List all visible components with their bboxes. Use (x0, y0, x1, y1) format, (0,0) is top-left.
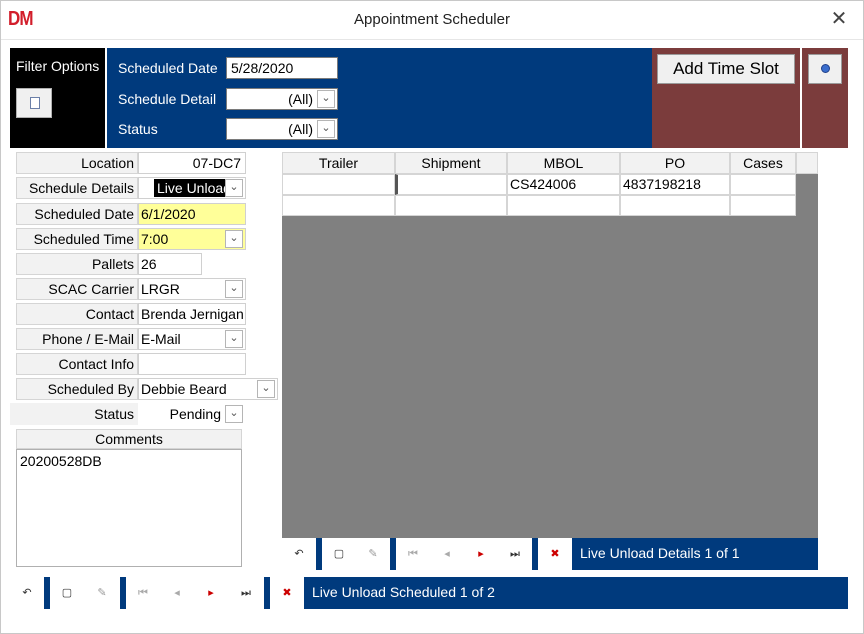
pallets-label: Pallets (16, 253, 138, 275)
details-record-navigator: ↶ ▢ ✎ ⏮ ◂ ▸ ⏭ ✖ Live Unload Details 1 of… (282, 538, 818, 570)
table-cell[interactable] (730, 195, 796, 216)
phone-email-select[interactable]: E-Mail ⌄ (138, 328, 246, 350)
last-record-icon[interactable]: ⏭ (228, 577, 264, 609)
column-header-cases[interactable]: Cases (730, 152, 796, 174)
window-title: Appointment Scheduler (354, 11, 510, 28)
chevron-down-icon[interactable]: ⌄ (317, 90, 335, 108)
phone-email-value: E-Mail (141, 331, 181, 347)
table-cell[interactable] (507, 195, 620, 216)
column-header-mbol[interactable]: MBOL (507, 152, 620, 174)
filter-scheduled-date-label: Scheduled Date (118, 60, 218, 76)
table-cell[interactable] (282, 195, 395, 216)
last-record-icon[interactable]: ⏭ (498, 538, 532, 570)
table-cell[interactable]: CS424006 (507, 174, 620, 195)
delete-record-icon[interactable]: ✖ (270, 577, 304, 609)
filter-status-select[interactable]: (All) ⌄ (226, 118, 338, 140)
next-record-icon[interactable]: ▸ (194, 577, 228, 609)
filter-icon (30, 97, 40, 109)
main-record-status: Live Unload Scheduled 1 of 2 (312, 584, 495, 600)
close-icon[interactable]: ✕ (826, 8, 852, 32)
column-header-po[interactable]: PO (620, 152, 730, 174)
scheduled-date-input[interactable]: 6/1/2020 (138, 203, 246, 225)
chevron-down-icon[interactable]: ⌄ (225, 405, 243, 423)
filter-options-button[interactable] (16, 88, 52, 118)
chevron-down-icon[interactable]: ⌄ (257, 380, 275, 398)
status-select[interactable]: Pending ⌄ (138, 403, 246, 425)
scheduled-by-label: Scheduled By (16, 378, 138, 400)
status-label: Status (10, 403, 138, 425)
info-icon (821, 64, 830, 73)
main-record-navigator: ↶ ▢ ✎ ⏮ ◂ ▸ ⏭ ✖ Live Unload Scheduled 1 … (10, 577, 848, 609)
schedule-details-value: Live Unload (154, 179, 234, 197)
scheduled-date-label: Scheduled Date (16, 203, 138, 225)
schedule-details-select[interactable]: Live Unload ⌄ (138, 177, 246, 199)
scheduled-time-select[interactable]: 7:00 ⌄ (138, 228, 246, 250)
table-cell[interactable] (395, 195, 507, 216)
chevron-down-icon[interactable]: ⌄ (225, 330, 243, 348)
details-grid: Trailer Shipment MBOL PO Cases CS424006 … (282, 152, 818, 538)
column-header-shipment[interactable]: Shipment (395, 152, 507, 174)
edit-record-icon[interactable]: ✎ (356, 538, 390, 570)
filter-status-value: (All) (288, 121, 313, 137)
filter-schedule-detail-label: Schedule Detail (118, 91, 217, 107)
location-label: Location (16, 152, 138, 174)
table-cell[interactable] (282, 174, 395, 195)
help-button[interactable] (808, 54, 842, 84)
scac-carrier-select[interactable]: LRGR ⌄ (138, 278, 246, 300)
undo-icon[interactable]: ↶ (10, 577, 44, 609)
location-value: 07-DC7 (138, 152, 246, 174)
scheduled-by-select[interactable]: Debbie Beard ⌄ (138, 378, 278, 400)
filter-schedule-detail-select[interactable]: (All) ⌄ (226, 88, 338, 110)
chevron-down-icon[interactable]: ⌄ (225, 179, 243, 197)
details-record-status: Live Unload Details 1 of 1 (580, 545, 740, 561)
next-record-icon[interactable]: ▸ (464, 538, 498, 570)
column-header-trailer[interactable]: Trailer (282, 152, 395, 174)
table-cell[interactable]: 4837198218 (620, 174, 730, 195)
pallets-input[interactable]: 26 (138, 253, 202, 275)
filter-status-label: Status (118, 121, 158, 137)
new-record-icon[interactable]: ▢ (322, 538, 356, 570)
new-record-icon[interactable]: ▢ (50, 577, 84, 609)
scheduled-time-value: 7:00 (141, 231, 169, 247)
filter-options-panel: Filter Options (10, 48, 105, 148)
chevron-down-icon[interactable]: ⌄ (225, 280, 243, 298)
schedule-details-label: Schedule Details (16, 177, 138, 199)
column-header-spacer (796, 152, 818, 174)
table-cell[interactable] (395, 174, 507, 195)
phone-email-label: Phone / E-Mail (16, 328, 138, 350)
table-cell[interactable] (730, 174, 796, 195)
first-record-icon[interactable]: ⏮ (126, 577, 160, 609)
contact-info-input[interactable] (138, 353, 246, 375)
first-record-icon[interactable]: ⏮ (396, 538, 430, 570)
filter-options-label: Filter Options (16, 58, 100, 74)
filter-scheduled-date-input[interactable]: 5/28/2020 (226, 57, 338, 79)
filter-schedule-detail-value: (All) (288, 91, 313, 107)
scheduled-time-label: Scheduled Time (16, 228, 138, 250)
contact-info-label: Contact Info (16, 353, 138, 375)
scheduled-by-value: Debbie Beard (141, 381, 227, 397)
comments-textarea[interactable]: 20200528DB (16, 449, 242, 567)
add-time-slot-button[interactable]: Add Time Slot (657, 54, 795, 84)
edit-record-icon[interactable]: ✎ (84, 577, 120, 609)
delete-record-icon[interactable]: ✖ (538, 538, 572, 570)
previous-record-icon[interactable]: ◂ (160, 577, 194, 609)
scac-carrier-value: LRGR (141, 281, 180, 297)
chevron-down-icon[interactable]: ⌄ (317, 120, 335, 138)
table-cell[interactable] (620, 195, 730, 216)
scac-carrier-label: SCAC Carrier (16, 278, 138, 300)
chevron-down-icon[interactable]: ⌄ (225, 230, 243, 248)
contact-input[interactable]: Brenda Jernigan (138, 303, 246, 325)
status-value: Pending (169, 406, 221, 422)
contact-label: Contact (16, 303, 138, 325)
previous-record-icon[interactable]: ◂ (430, 538, 464, 570)
undo-icon[interactable]: ↶ (282, 538, 316, 570)
comments-label: Comments (16, 429, 242, 449)
